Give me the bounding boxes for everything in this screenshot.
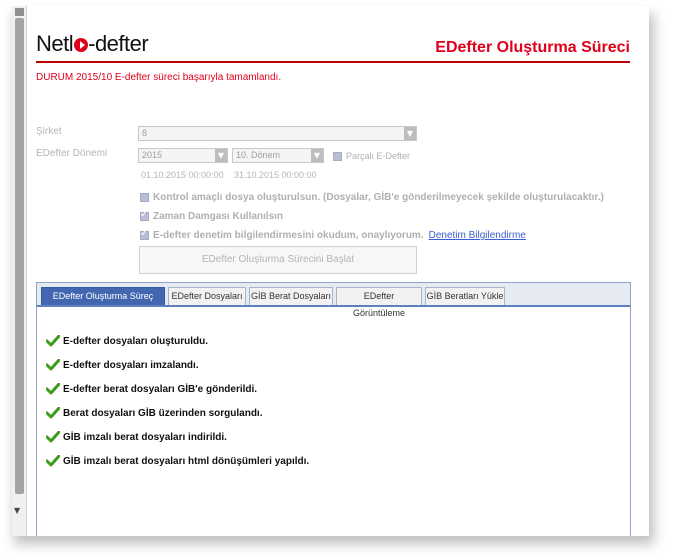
year-select-value: 2015 [142,150,163,160]
scroll-down-arrow-icon[interactable]: ▼ [14,506,20,515]
chevron-down-icon: ▼ [404,127,416,140]
agree-checkbox-row[interactable]: E-defter denetim bilgilendirmesini okudu… [140,228,526,241]
checkmark-icon [46,383,60,395]
timestamp-checkbox-row[interactable]: Zaman Damgası Kullanılsın [140,209,284,222]
agree-label: E-defter denetim bilgilendirmesini okudu… [153,230,424,241]
control-file-checkbox-row[interactable]: Kontrol amaçlı dosya oluşturulsun. (Dosy… [140,192,604,203]
tab-bar: EDefter Oluşturma Süreç Geçmişi EDefter … [37,283,630,318]
logo-play-icon [74,38,89,52]
chevron-down-icon: ▼ [215,149,227,162]
logo-text-right: -defter [88,31,149,56]
timestamp-checkbox[interactable] [140,209,149,221]
list-item: E-defter berat dosyaları GİB'e gönderild… [46,383,257,395]
control-file-checkbox[interactable] [140,193,149,202]
period-select[interactable]: 10. Dönem ▼ [232,148,324,163]
end-date: 31.10.2015 00:00:00 [234,170,317,180]
step-text: Berat dosyaları GİB üzerinden sorgulandı… [63,407,263,419]
tab-edefter-files[interactable]: EDefter Dosyaları [168,287,246,305]
scrollbar-top-block [15,8,24,16]
vertical-scrollbar[interactable]: ▼ [12,6,27,536]
audit-info-link[interactable]: Denetim Bilgilendirme [429,230,526,241]
company-label: Şirket [36,126,62,137]
step-text: GİB imzalı berat dosyaları indirildi. [63,431,227,443]
page-title-bar: EDefter Oluşturma Süreci [422,36,630,60]
tab-edefter-view[interactable]: EDefter Görüntüleme [336,287,422,318]
list-item: E-defter dosyaları oluşturuldu. [46,335,208,347]
company-select[interactable]: 8 ▼ [138,126,417,141]
list-item: E-defter dosyaları imzalandı. [46,359,199,371]
start-date: 01.10.2015 00:00:00 [141,170,224,180]
checkmark-icon [46,335,60,347]
checkmark-icon [46,431,60,443]
timestamp-label: Zaman Damgası Kullanılsın [153,211,284,222]
chevron-down-icon: ▼ [311,149,323,162]
logo-text-left: Netl [36,31,74,56]
tab-gib-berat-files[interactable]: GİB Berat Dosyaları [249,287,333,305]
start-process-button[interactable]: EDefter Oluşturma Sürecini Başlat [139,246,417,274]
step-text: E-defter dosyaları oluşturuldu. [63,335,209,347]
checkmark-icon [46,359,60,371]
netlog-logo: Netl -defter [36,30,149,58]
checkmark-icon [46,407,60,419]
step-text: E-defter berat dosyaları GİB'e gönderild… [63,383,258,395]
page-title: EDefter Oluşturma Süreci [435,39,630,56]
list-item: Berat dosyaları GİB üzerinden sorgulandı… [46,407,263,419]
period-select-value: 10. Dönem [236,150,281,160]
year-select[interactable]: 2015 ▼ [138,148,228,163]
title-divider [36,61,630,63]
list-item: GİB imzalı berat dosyaları indirildi. [46,431,227,443]
tab-upload-gib-berats[interactable]: GİB Beratları Yükle [425,287,505,305]
step-text: E-defter dosyaları imzalandı. [63,359,199,371]
scrollbar-thumb[interactable] [15,18,24,494]
company-select-value: 8 [142,128,148,138]
period-label: EDefter Dönemi [36,148,108,159]
application-window: ▼ Netl -defter EDefter Oluşturma Süreci … [12,6,649,536]
step-text: GİB imzalı berat dosyaları html dönüşüml… [63,455,310,467]
status-message: DURUM 2015/10 E-defter süreci başarıyla … [36,72,282,83]
checkmark-icon [46,455,60,467]
partial-edefter-label: Parçalı E-Defter [346,151,411,161]
process-tabs-panel: EDefter Oluşturma Süreç Geçmişi EDefter … [36,282,631,536]
partial-edefter-checkbox[interactable] [333,151,342,161]
list-item: GİB imzalı berat dosyaları html dönüşüml… [46,455,309,467]
tab-process-history[interactable]: EDefter Oluşturma Süreç Geçmişi [41,287,165,318]
partial-edefter-checkbox-row[interactable]: Parçalı E-Defter [333,151,410,161]
control-file-label: Kontrol amaçlı dosya oluşturulsun. (Dosy… [153,192,604,203]
agree-checkbox[interactable] [140,228,149,240]
